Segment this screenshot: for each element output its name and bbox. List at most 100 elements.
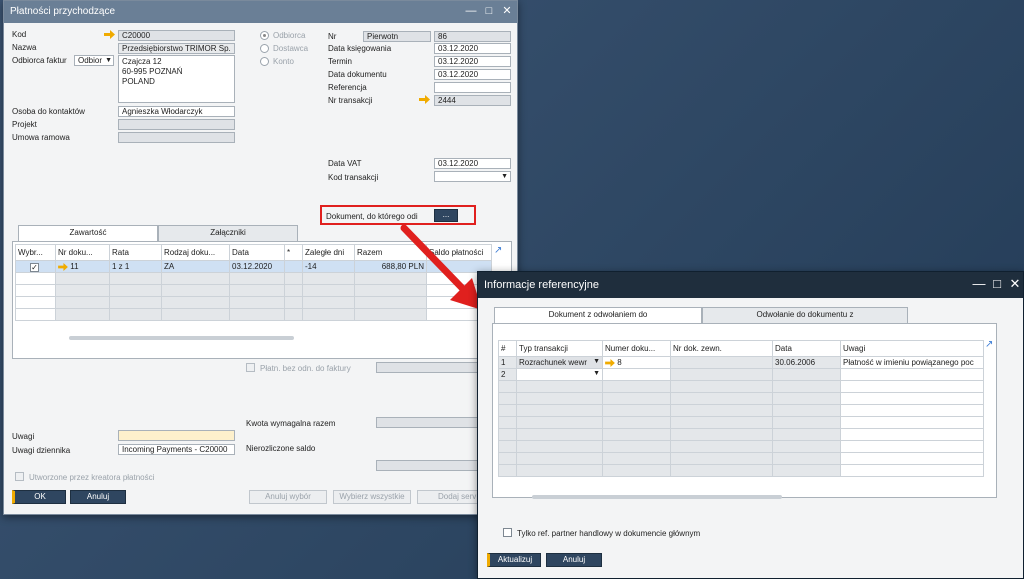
minimize-icon[interactable]: — — [464, 4, 478, 18]
col-header[interactable]: Rata — [109, 244, 162, 261]
data-ksiegowania-field[interactable]: 03.12.2020 — [434, 43, 511, 54]
data-cell: 30.06.2006 — [772, 356, 841, 369]
address-line: POLAND — [122, 77, 155, 86]
update-button[interactable]: Aktualizuj — [487, 553, 541, 567]
reference-info-window: Informacje referencyjne — □ ✕ Dokument z… — [477, 271, 1024, 579]
numer-cell[interactable] — [602, 368, 671, 381]
radio-odbiorca[interactable] — [260, 31, 269, 40]
nr-series-field[interactable]: Pierwotn — [363, 31, 431, 42]
table-row[interactable]: 2 ▼ — [498, 368, 984, 381]
nr-field[interactable]: 86 — [434, 31, 511, 42]
table-row[interactable] — [498, 428, 984, 441]
col-header[interactable]: Uwagi — [840, 340, 984, 357]
numer-cell[interactable]: 8 — [602, 356, 671, 369]
platn-label: Płatn. bez odn. do faktury — [260, 364, 351, 373]
nr-transakcji-field[interactable]: 2444 — [434, 95, 511, 106]
termin-field[interactable]: 03.12.2020 — [434, 56, 511, 67]
col-header[interactable]: Data — [229, 244, 285, 261]
table-row[interactable] — [498, 404, 984, 417]
expand-icon[interactable]: ↗ — [985, 339, 993, 350]
odbiorca-select[interactable]: Odbior ▼ — [74, 55, 114, 66]
uwagi-dziennika-field[interactable]: Incoming Payments - C20000 — [118, 444, 235, 455]
table-row[interactable] — [498, 416, 984, 429]
cancel-button[interactable]: Anuluj — [70, 490, 126, 504]
maximize-icon[interactable]: □ — [990, 277, 1004, 291]
zewn-cell — [670, 368, 773, 381]
star-cell — [284, 260, 303, 273]
tab-zalaczniki[interactable]: Załączniki — [158, 225, 298, 241]
data-vat-field[interactable]: 03.12.2020 — [434, 158, 511, 169]
chevron-down-icon[interactable]: ▼ — [593, 370, 600, 377]
kod-transakcji-select[interactable]: ▼ — [434, 171, 511, 182]
uwagi-dziennika-label: Uwagi dziennika — [12, 446, 71, 455]
table-row[interactable] — [498, 452, 984, 465]
typ-cell[interactable]: ▼ — [516, 368, 603, 381]
uwagi-field[interactable] — [118, 430, 235, 441]
expand-icon[interactable]: ↗ — [494, 245, 502, 256]
table-row[interactable] — [498, 440, 984, 453]
table-row[interactable]: 1 Rozrachunek wewr ▼ 8 30.06.2006 Płatnoś… — [498, 356, 984, 369]
col-header[interactable]: Typ transakcji — [516, 340, 603, 357]
col-header[interactable]: Numer doku... — [602, 340, 671, 357]
link-arrow-icon[interactable] — [58, 262, 68, 271]
radio-konto[interactable] — [260, 57, 269, 66]
nr-label: Nr — [328, 32, 337, 41]
zalegle-cell: -14 — [302, 260, 355, 273]
kod-field[interactable]: C20000 — [118, 30, 235, 41]
tab-zawartosc[interactable]: Zawartość — [18, 225, 158, 241]
horizontal-scrollbar[interactable] — [532, 495, 782, 499]
close-icon[interactable]: ✕ — [1008, 277, 1022, 291]
close-icon[interactable]: ✕ — [500, 4, 514, 18]
table-row[interactable] — [498, 464, 984, 477]
minimize-icon[interactable]: — — [972, 277, 986, 291]
typ-cell[interactable]: Rozrachunek wewr ▼ — [516, 356, 603, 369]
kreator-checkbox[interactable] — [15, 472, 24, 481]
col-header[interactable]: Data — [772, 340, 841, 357]
chevron-down-icon[interactable]: ▼ — [593, 358, 600, 365]
referencja-field[interactable] — [434, 82, 511, 93]
link-arrow-icon[interactable] — [419, 95, 430, 104]
tab-odwolanie-do-dokumentu[interactable]: Odwołanie do dokumentu z — [702, 307, 908, 323]
col-header[interactable]: * — [284, 244, 303, 261]
select-all-button[interactable]: Wybierz wszystkie — [333, 490, 411, 504]
nierozliczone-label: Nierozliczone saldo — [246, 444, 316, 453]
projekt-label: Projekt — [12, 120, 37, 129]
chevron-down-icon: ▼ — [105, 57, 112, 64]
odbiorca-faktur-label: Odbiorca faktur — [12, 56, 67, 65]
anuluj-wybor-button[interactable]: Anuluj wybór — [249, 490, 327, 504]
col-header[interactable]: Nr doku... — [55, 244, 110, 261]
address-field[interactable]: Czajcza 12 60-995 POZNAŃ POLAND — [118, 55, 235, 103]
col-header[interactable]: Rodzaj doku... — [161, 244, 230, 261]
title-bar: Informacje referencyjne — □ ✕ — [478, 272, 1023, 298]
select-cell[interactable]: ✓ — [15, 260, 56, 273]
col-header[interactable]: # — [498, 340, 517, 357]
maximize-icon[interactable]: □ — [482, 4, 496, 18]
row-checkbox[interactable]: ✓ — [30, 263, 39, 272]
platn-checkbox[interactable] — [246, 363, 255, 372]
link-arrow-icon[interactable] — [605, 358, 615, 367]
radio-konto-label: Konto — [273, 57, 294, 66]
umowa-field[interactable] — [118, 132, 235, 143]
table-row[interactable] — [498, 392, 984, 405]
row-number: 1 — [498, 356, 517, 369]
projekt-field[interactable] — [118, 119, 235, 130]
address-line: Czajcza 12 — [122, 57, 162, 66]
window-title: Płatności przychodzące — [10, 6, 116, 17]
data-ksiegowania-label: Data księgowania — [328, 44, 392, 53]
cancel-button[interactable]: Anuluj — [546, 553, 602, 567]
row-number: 2 — [498, 368, 517, 381]
data-dokumentu-field[interactable]: 03.12.2020 — [434, 69, 511, 80]
radio-dostawca[interactable] — [260, 44, 269, 53]
col-header[interactable]: Nr dok. zewn. — [670, 340, 773, 357]
nazwa-field[interactable]: Przedsiębiorstwo TRIMOR Sp. — [118, 43, 235, 54]
tylko-checkbox[interactable] — [503, 528, 512, 537]
ok-button[interactable]: OK — [12, 490, 66, 504]
link-arrow-icon[interactable] — [104, 30, 115, 39]
kod-transakcji-label: Kod transakcji — [328, 173, 379, 182]
horizontal-scrollbar[interactable] — [69, 336, 294, 340]
tab-dokument-z-odwolaniem[interactable]: Dokument z odwołaniem do — [494, 307, 702, 323]
table-row[interactable] — [498, 380, 984, 393]
col-header[interactable]: Zaległe dni — [302, 244, 355, 261]
col-header[interactable]: Wybr... — [15, 244, 56, 261]
kontakt-field[interactable]: Agnieszka Włodarczyk — [118, 106, 235, 117]
